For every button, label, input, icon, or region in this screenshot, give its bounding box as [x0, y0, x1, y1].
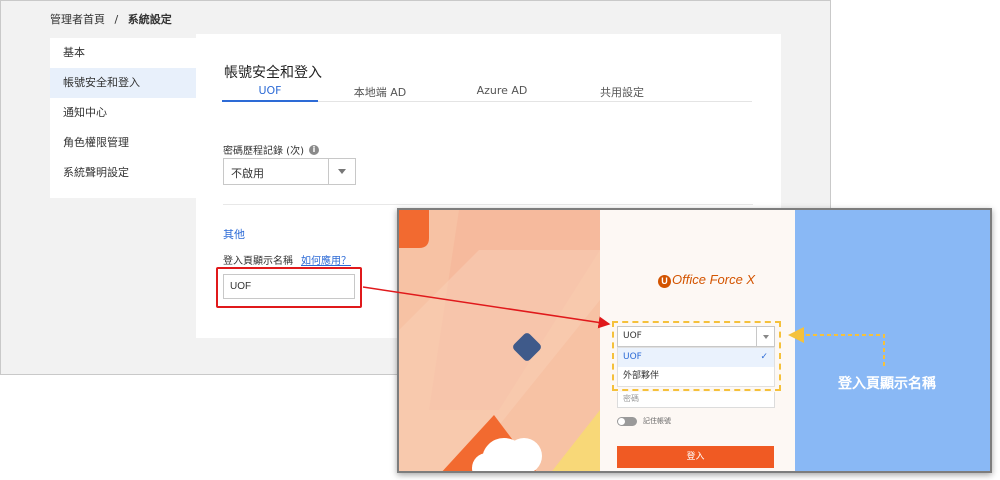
breadcrumb: 管理者首頁 / 系統設定 — [50, 11, 172, 27]
preview-left-art — [399, 210, 600, 471]
tab-bar: UOF 本地端 AD Azure AD 共用設定 — [222, 82, 752, 102]
remember-toggle[interactable] — [617, 417, 637, 426]
login-page-preview: U Office Force X UOF UOF ✓ 外部夥伴 密碼 記住帳號 登… — [397, 208, 992, 473]
sidebar-item-role-permissions[interactable]: 角色權限管理 — [50, 128, 196, 158]
login-button[interactable]: 登入 — [617, 446, 774, 468]
tab-shared-settings[interactable]: 共用設定 — [574, 84, 670, 102]
password-field[interactable]: 密碼 — [617, 392, 775, 408]
password-history-value: 不啟用 — [231, 167, 264, 180]
preview-right-panel — [795, 210, 990, 471]
office-force-logo: U Office Force X — [658, 272, 755, 288]
password-history-select[interactable]: 不啟用 — [223, 158, 356, 185]
page-title: 帳號安全和登入 — [224, 65, 322, 81]
login-display-name-label-text: 登入頁顯示名稱 — [223, 256, 293, 267]
sidebar-item-basic[interactable]: 基本 — [50, 38, 196, 68]
chevron-down-icon[interactable] — [328, 159, 355, 184]
section-divider — [223, 204, 753, 205]
decorative-illustration — [399, 210, 600, 471]
tab-azure-ad[interactable]: Azure AD — [454, 84, 550, 102]
breadcrumb-current: 系統設定 — [127, 13, 172, 26]
other-section-title: 其他 — [223, 228, 245, 241]
tab-local-ad[interactable]: 本地端 AD — [332, 84, 428, 102]
login-display-name-label: 登入頁顯示名稱 如何應用？ — [223, 252, 351, 267]
sidebar-item-account-security[interactable]: 帳號安全和登入 — [50, 68, 196, 98]
remember-label: 記住帳號 — [643, 417, 671, 425]
callout-label: 登入頁顯示名稱 — [838, 376, 936, 392]
logo-text: Office Force X — [672, 272, 756, 287]
sidebar-item-system-statement[interactable]: 系統聲明設定 — [50, 158, 196, 188]
howto-link[interactable]: 如何應用？ — [301, 256, 351, 267]
password-history-label: 密碼歷程記錄 (次) i — [223, 142, 319, 157]
preview-login-panel: U Office Force X UOF UOF ✓ 外部夥伴 密碼 記住帳號 登… — [600, 210, 795, 471]
logo-mark: U — [658, 275, 671, 288]
breadcrumb-home[interactable]: 管理者首頁 — [50, 13, 105, 26]
sidebar-item-notification-center[interactable]: 通知中心 — [50, 98, 196, 128]
breadcrumb-separator: / — [114, 13, 119, 26]
highlight-box — [216, 267, 362, 308]
password-history-label-text: 密碼歷程記錄 (次) — [223, 146, 304, 157]
highlight-dashed-box — [612, 321, 781, 391]
info-icon[interactable]: i — [308, 144, 319, 155]
tab-uof[interactable]: UOF — [222, 84, 318, 102]
settings-sidebar: 基本 帳號安全和登入 通知中心 角色權限管理 系統聲明設定 — [50, 38, 196, 198]
